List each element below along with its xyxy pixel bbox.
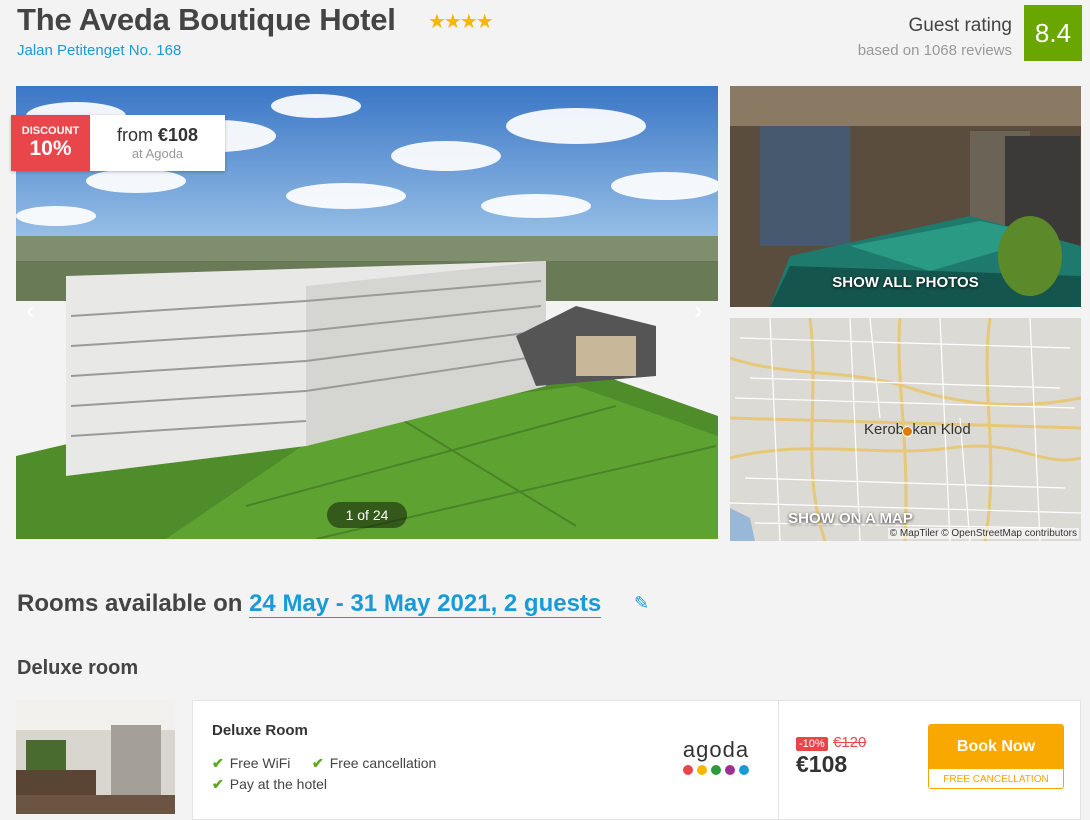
from-text: from — [116, 125, 153, 145]
show-on-map-label: SHOW ON A MAP — [788, 510, 913, 527]
hotel-address-link[interactable]: Jalan Petitenget No. 168 — [17, 42, 181, 59]
price-discount-badge: -10% — [796, 737, 828, 751]
room-type-heading: Deluxe room — [17, 657, 139, 679]
review-count: based on 1068 reviews — [857, 42, 1012, 59]
rooms-heading-text: Rooms available on — [17, 590, 243, 617]
discount-label: DISCOUNT — [21, 125, 80, 137]
current-price: €108 — [796, 751, 848, 777]
feature-wifi: ✔ Free WiFi — [212, 755, 290, 772]
show-all-photos-tile[interactable]: SHOW ALL PHOTOS — [730, 86, 1081, 307]
offer-room-name: Deluxe Room — [212, 722, 308, 739]
rating-score-badge: 8.4 — [1024, 5, 1082, 61]
old-price: €120 — [833, 734, 867, 751]
guest-rating-label: Guest rating — [908, 15, 1013, 36]
check-icon: ✔ — [212, 755, 224, 771]
agoda-logo: agoda — [681, 737, 751, 775]
map-credit: © MapTiler © OpenStreetMap contributors — [887, 528, 1079, 539]
show-all-photos-label: SHOW ALL PHOTOS — [832, 274, 979, 291]
photo-counter: 1 of 24 — [327, 502, 407, 528]
check-icon: ✔ — [212, 776, 224, 792]
feature-free-cancellation: ✔ Free cancellation — [312, 755, 436, 772]
price-source: at Agoda — [131, 146, 184, 161]
check-icon: ✔ — [312, 755, 324, 771]
book-now-button[interactable]: Book Now FREE CANCELLATION — [928, 724, 1064, 789]
room-photo[interactable] — [16, 700, 175, 814]
discount-banner: DISCOUNT 10% from €108 at Agoda — [11, 115, 225, 171]
agoda-dots-icon — [683, 765, 749, 775]
rooms-dates-link[interactable]: 24 May - 31 May 2021, 2 guests — [249, 590, 602, 618]
from-price: €108 — [157, 125, 199, 145]
edit-pencil-icon[interactable]: ✎ — [634, 593, 649, 614]
from-price-box: from €108 at Agoda — [90, 115, 225, 171]
room-offer-card: Deluxe Room ✔ Free WiFi ✔ Free cancellatio… — [192, 700, 1081, 820]
feature-pay-at-hotel: ✔ Pay at the hotel — [212, 776, 327, 793]
rooms-heading: Rooms available on 24 May - 31 May 2021,… — [17, 590, 602, 618]
location-pin-icon — [902, 426, 913, 437]
feature-label: Free cancellation — [329, 755, 437, 771]
provider-name: agoda — [682, 737, 750, 762]
next-photo-icon[interactable]: › — [694, 295, 703, 326]
feature-label: Pay at the hotel — [229, 776, 328, 792]
map-tile[interactable]: Kerobokan Klod SHOW ON A MAP © MapTiler … — [730, 318, 1081, 541]
map-city-label: Kerobokan Klod — [864, 421, 971, 438]
book-now-label: Book Now — [929, 725, 1063, 769]
feature-label: Free WiFi — [229, 755, 291, 771]
hotel-title: The Aveda Boutique Hotel — [17, 2, 396, 37]
prev-photo-icon[interactable]: ‹ — [26, 295, 35, 326]
discount-percent: 10% — [29, 137, 72, 160]
book-now-sub: FREE CANCELLATION — [929, 769, 1063, 788]
star-rating-icon: ★★★★ — [428, 11, 494, 33]
discount-badge: DISCOUNT 10% — [11, 115, 90, 171]
card-divider — [778, 701, 779, 820]
